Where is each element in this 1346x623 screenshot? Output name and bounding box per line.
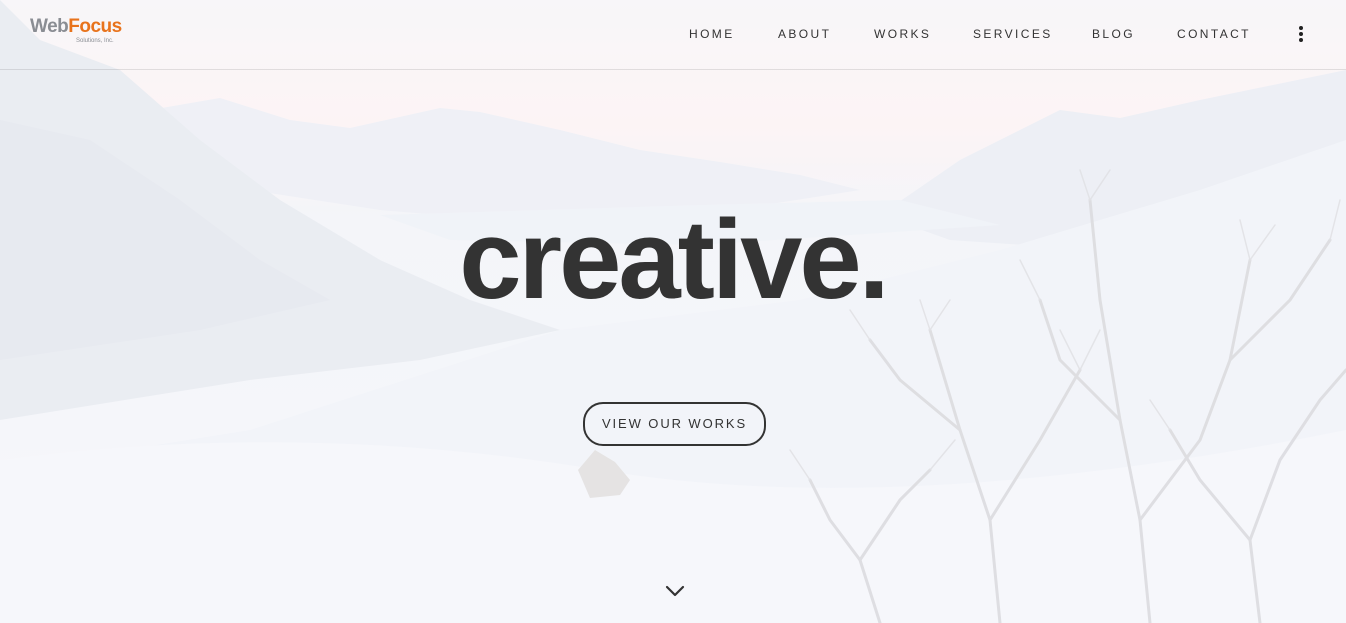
site-logo[interactable]: WebFocus Solutions, Inc. [30, 16, 122, 50]
menu-dot [1299, 38, 1303, 42]
nav-services[interactable]: SERVICES [973, 27, 1053, 41]
view-our-works-button[interactable]: VIEW OUR WORKS [583, 402, 766, 446]
menu-dot [1299, 32, 1303, 36]
nav-works[interactable]: WORKS [874, 27, 931, 41]
logo-wordmark: WebFocus [30, 16, 122, 38]
logo-word-web: Web [30, 16, 69, 37]
vertical-dots-icon[interactable] [1293, 25, 1309, 45]
hero-headline: creative. [459, 197, 890, 322]
nav-blog[interactable]: BLOG [1092, 27, 1135, 41]
site-header: WebFocus Solutions, Inc. HOME ABOUT WORK… [0, 0, 1346, 70]
nav-about[interactable]: ABOUT [778, 27, 831, 41]
logo-tagline: Solutions, Inc. [76, 38, 114, 44]
chevron-down-icon[interactable] [663, 582, 687, 600]
logo-word-focus: Focus [68, 16, 122, 37]
nav-contact[interactable]: CONTACT [1177, 27, 1251, 41]
nav-home[interactable]: HOME [689, 27, 735, 41]
menu-dot [1299, 26, 1303, 30]
